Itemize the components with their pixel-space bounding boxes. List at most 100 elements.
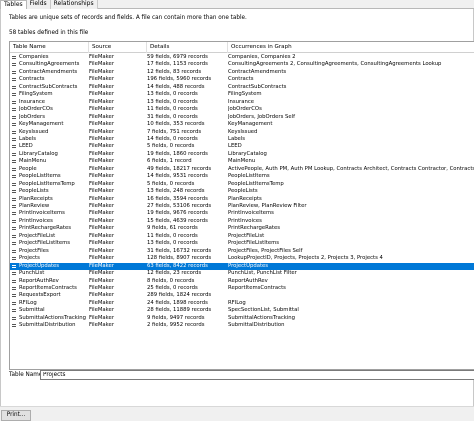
table-row[interactable]: ReportAuthRev FileMaker 8 fields, 0 record… [10, 278, 474, 285]
source-cell: FileMaker [89, 113, 114, 120]
table-row[interactable]: JobOrderCOs FileMaker 11 fields, 0 records… [10, 106, 474, 113]
table-row[interactable]: KeyManagement FileMaker 10 fields, 353 rec… [10, 121, 474, 128]
details-cell: 9 fields, 61 records [147, 225, 198, 232]
drag-handle-icon[interactable] [12, 108, 16, 112]
drag-handle-icon[interactable] [12, 257, 16, 261]
table-row[interactable]: Submittal FileMaker 28 fields, 11889 recor… [10, 307, 474, 314]
drag-handle-icon[interactable] [12, 279, 16, 283]
table-row[interactable]: RFILog FileMaker 24 fields, 1898 records RF… [10, 300, 474, 307]
table-row[interactable]: LEED FileMaker 5 fields, 0 records LEED [10, 143, 474, 150]
drag-handle-icon[interactable] [12, 85, 16, 89]
tables-panel: Tables are unique sets of records and fi… [0, 9, 474, 406]
drag-handle-icon[interactable] [12, 137, 16, 141]
table-row[interactable]: PeopleListItemsTemp FileMaker 5 fields, 0 … [10, 181, 474, 188]
drag-handle-icon[interactable] [12, 234, 16, 238]
occurrences-cell: ReportItemsContracts [228, 284, 286, 291]
drag-handle-icon[interactable] [12, 242, 16, 246]
drag-handle-icon[interactable] [12, 286, 16, 290]
table-row[interactable]: PeopleLists FileMaker 13 fields, 248 recor… [10, 188, 474, 195]
table-row[interactable]: ConsultingAgreements FileMaker 17 fields, … [10, 61, 474, 68]
bottom-bar: Print... [0, 406, 474, 421]
drag-handle-icon[interactable] [12, 301, 16, 305]
drag-handle-icon[interactable] [12, 205, 16, 208]
drag-handle-icon[interactable] [12, 167, 16, 171]
drag-handle-icon[interactable] [12, 175, 16, 179]
drag-handle-icon[interactable] [12, 78, 16, 82]
table-name-cell: ContractAmendments [19, 68, 78, 75]
column-header-details[interactable]: Details [147, 42, 228, 53]
drag-handle-icon[interactable] [12, 130, 16, 134]
drag-handle-icon[interactable] [12, 324, 16, 328]
drag-handle-icon[interactable] [12, 212, 16, 216]
drag-handle-icon[interactable] [12, 272, 16, 276]
tab-relationships[interactable]: Relationships [50, 0, 98, 9]
table-row[interactable]: Contracts FileMaker 196 fields, 5960 recor… [10, 76, 474, 83]
details-cell: 28 fields, 11889 records [147, 307, 212, 314]
occurrences-cell: RFILog [228, 299, 246, 306]
drag-handle-icon[interactable] [12, 309, 16, 313]
table-row[interactable]: People FileMaker 49 fields, 18217 records A… [10, 166, 474, 173]
drag-handle-icon[interactable] [12, 249, 16, 253]
table-row[interactable]: KeysIssued FileMaker 7 fields, 751 records… [10, 129, 474, 136]
occurrences-cell: MainMenu [228, 158, 256, 165]
table-row[interactable]: ContractAmendments FileMaker 12 fields, 83… [10, 69, 474, 76]
occurrences-cell: Insurance [228, 98, 254, 105]
table-row[interactable]: FilingSystem FileMaker 13 fields, 0 record… [10, 91, 474, 98]
drag-handle-icon[interactable] [12, 115, 16, 119]
occurrences-cell: PlanReceipts [228, 195, 262, 202]
source-cell: FileMaker [89, 106, 114, 113]
print-button[interactable]: Print... [1, 410, 31, 421]
tab-fields[interactable]: Fields [26, 0, 51, 9]
table-row[interactable]: JobOrders FileMaker 31 fields, 0 records Jo… [10, 114, 474, 121]
table-row[interactable]: ContractSubContracts FileMaker 14 fields, … [10, 84, 474, 91]
table-row[interactable]: PlanReceipts FileMaker 16 fields, 3594 rec… [10, 196, 474, 203]
drag-handle-icon[interactable] [12, 197, 16, 201]
details-cell: 9 fields, 9497 records [147, 314, 205, 321]
drag-handle-icon[interactable] [12, 93, 16, 97]
table-row[interactable]: SubmittalDistribution FileMaker 2 fields, … [10, 322, 474, 329]
table-row[interactable]: PunchList FileMaker 12 fields, 23 records P… [10, 270, 474, 277]
table-row[interactable]: RequestsExport FileMaker 289 fields, 1824 … [10, 292, 474, 299]
tables-list[interactable]: Table Name Source Details Occurrences in… [9, 41, 474, 370]
table-row[interactable]: Labels FileMaker 14 fields, 0 records Label… [10, 136, 474, 143]
table-row[interactable]: Insurance FileMaker 13 fields, 0 records In… [10, 99, 474, 106]
drag-handle-icon[interactable] [12, 70, 16, 74]
drag-handle-icon[interactable] [12, 182, 16, 186]
drag-handle-icon[interactable] [12, 123, 16, 127]
drag-handle-icon[interactable] [12, 294, 16, 298]
drag-handle-icon[interactable] [12, 100, 16, 104]
drag-handle-icon[interactable] [12, 316, 16, 320]
table-row[interactable]: ProjectFileList FileMaker 11 fields, 0 rec… [10, 233, 474, 240]
drag-handle-icon[interactable] [12, 160, 16, 164]
table-row[interactable]: PrintRechargeRates FileMaker 9 fields, 61 … [10, 225, 474, 232]
drag-handle-icon[interactable] [12, 56, 16, 59]
drag-handle-icon[interactable] [12, 190, 16, 194]
drag-handle-icon[interactable] [12, 145, 16, 149]
table-row[interactable]: PlanReview FileMaker 27 fields, 53106 reco… [10, 203, 474, 210]
source-cell: FileMaker [89, 195, 114, 202]
table-row[interactable]: ProjectFiles FileMaker 31 fields, 16732 re… [10, 248, 474, 255]
table-row[interactable]: Projects FileMaker 128 fields, 8907 record… [10, 255, 474, 262]
table-row[interactable]: ProjectUpdates FileMaker 63 fields, 8422 r… [10, 262, 474, 271]
column-header-occurrences[interactable]: Occurrences in Graph [228, 42, 474, 53]
table-row[interactable]: ProjectFileListItems FileMaker 13 fields, … [10, 240, 474, 247]
table-row[interactable]: ReportItemsContracts FileMaker 25 fields, … [10, 285, 474, 292]
table-row[interactable]: MainMenu FileMaker 6 fields, 1 record MainM… [10, 158, 474, 165]
table-row[interactable]: LibraryCatalog FileMaker 19 fields, 1860 r… [10, 151, 474, 158]
drag-handle-icon[interactable] [12, 63, 16, 67]
source-cell: FileMaker [89, 232, 114, 239]
table-row[interactable]: SubmittalActionsTracking FileMaker 9 field… [10, 315, 474, 322]
table-name-cell: PlanReceipts [19, 195, 53, 202]
drag-handle-icon[interactable] [12, 227, 16, 231]
drag-handle-icon[interactable] [12, 264, 16, 268]
source-cell: FileMaker [89, 299, 114, 306]
table-row[interactable]: PeopleListItems FileMaker 14 fields, 9531 … [10, 173, 474, 180]
column-header-source[interactable]: Source [89, 42, 147, 53]
table-row[interactable]: Companies FileMaker 59 fields, 6979 record… [10, 54, 474, 61]
column-header-table-name[interactable]: Table Name [10, 42, 89, 53]
table-row[interactable]: PrintInvoiceItems FileMaker 19 fields, 967… [10, 210, 474, 217]
table-row[interactable]: PrintInvoices FileMaker 15 fields, 4639 re… [10, 218, 474, 225]
drag-handle-icon[interactable] [12, 152, 16, 156]
drag-handle-icon[interactable] [12, 219, 16, 223]
table-name-input[interactable] [40, 370, 474, 380]
